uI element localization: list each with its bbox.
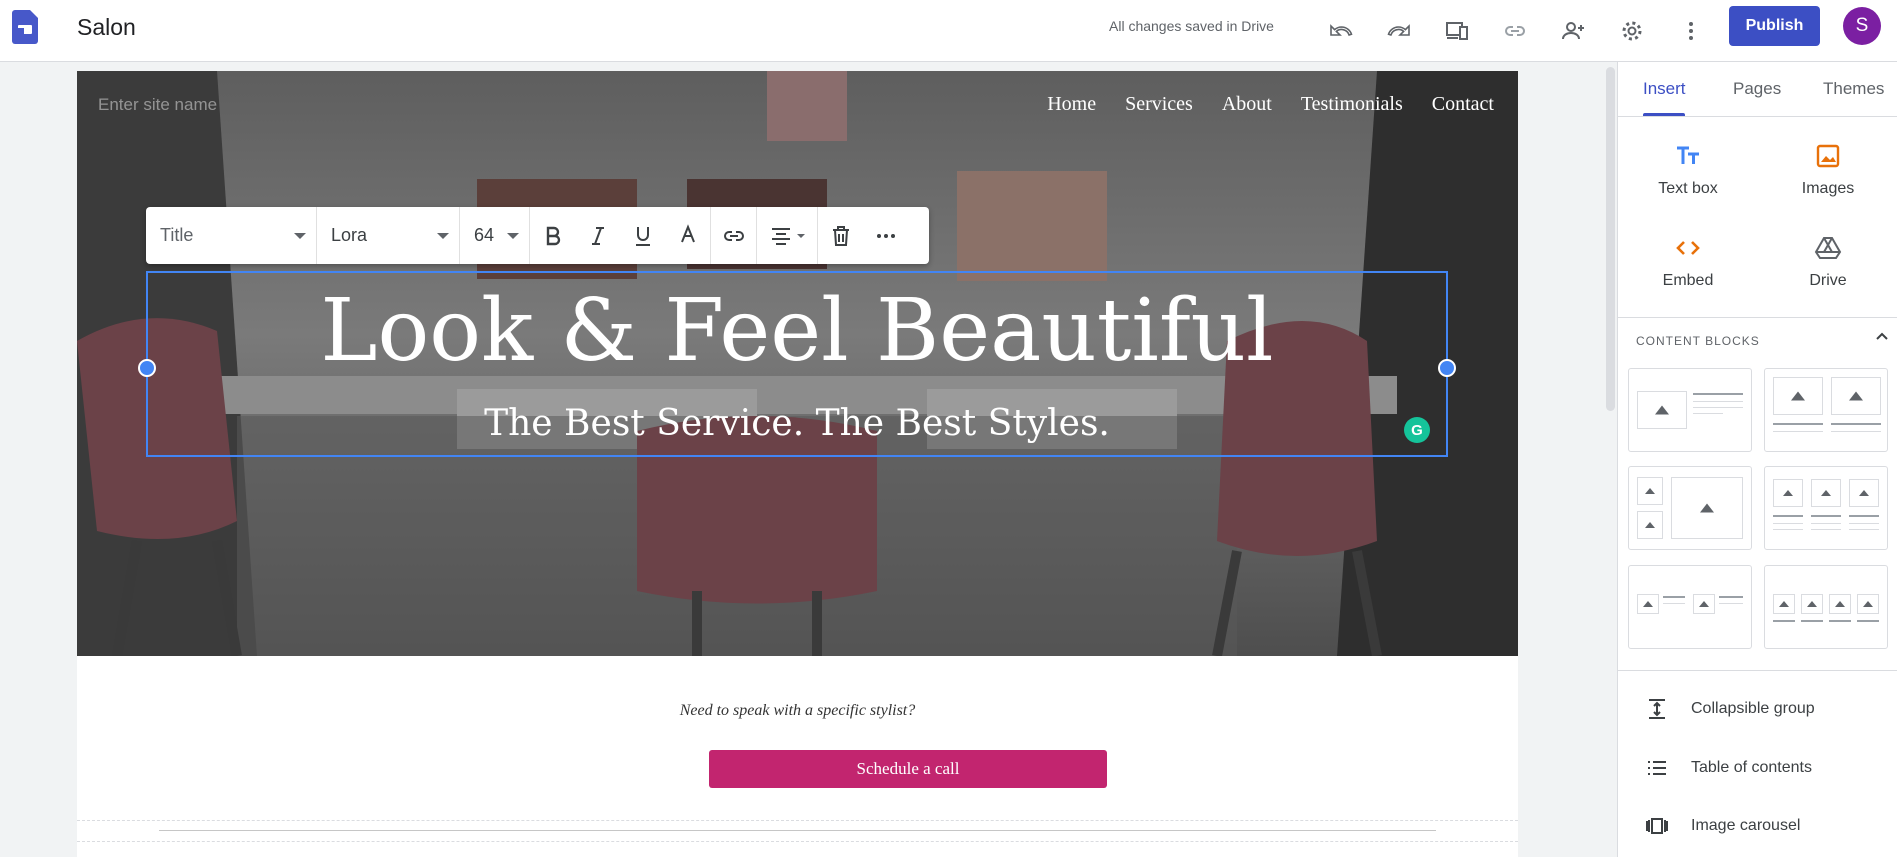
- insert-collapsible-group[interactable]: Collapsible group: [1618, 687, 1897, 731]
- toc-icon: [1648, 761, 1666, 775]
- site-name-placeholder[interactable]: Enter site name: [98, 95, 217, 115]
- bold-icon[interactable]: [530, 207, 575, 264]
- active-tab-indicator: [1643, 113, 1685, 116]
- font-size-select[interactable]: 64: [460, 207, 530, 264]
- top-bar: Salon All changes saved in Drive Publish…: [0, 0, 1897, 62]
- more-vert-icon[interactable]: [1673, 13, 1709, 49]
- tab-themes[interactable]: Themes: [1823, 79, 1884, 99]
- embed-icon: [1676, 241, 1700, 255]
- nav-item-home[interactable]: Home: [1047, 93, 1096, 116]
- content-block-image-text[interactable]: [1628, 368, 1752, 452]
- underline-icon[interactable]: [620, 207, 665, 264]
- more-horiz-icon[interactable]: [863, 207, 908, 264]
- align-center-icon[interactable]: [757, 207, 817, 264]
- section-boundary: [77, 820, 1518, 821]
- tool-label: Drive: [1809, 272, 1847, 289]
- save-status: All changes saved in Drive: [1109, 18, 1274, 34]
- tab-insert[interactable]: Insert: [1643, 79, 1686, 99]
- text-box-icon: [1677, 146, 1699, 164]
- undo-icon[interactable]: [1323, 13, 1359, 49]
- redo-icon[interactable]: [1381, 13, 1417, 49]
- link-icon[interactable]: [1497, 13, 1533, 49]
- text-style-select[interactable]: Title: [146, 207, 317, 264]
- chevron-down-icon: [437, 232, 449, 239]
- panel-tabs: Insert Pages Themes: [1618, 62, 1897, 117]
- nav-item-about[interactable]: About: [1222, 93, 1272, 116]
- side-panel: Insert Pages Themes Text box Images Embe…: [1617, 62, 1897, 857]
- insert-embed-button[interactable]: Embed: [1628, 234, 1748, 290]
- content-block-four-images[interactable]: [1764, 565, 1888, 649]
- content-block-image-text-pairs[interactable]: [1628, 565, 1752, 649]
- google-sites-logo-icon[interactable]: [12, 10, 38, 44]
- nav-item-testimonials[interactable]: Testimonials: [1301, 93, 1403, 116]
- text-color-icon[interactable]: [665, 207, 710, 264]
- hero-section[interactable]: Enter site name Home Services About Test…: [77, 71, 1518, 656]
- insert-image-carousel[interactable]: Image carousel: [1618, 804, 1897, 848]
- chevron-down-icon: [294, 232, 306, 239]
- image-icon: [1816, 144, 1840, 168]
- insert-images-button[interactable]: Images: [1768, 142, 1888, 198]
- text-style-value: Title: [160, 225, 194, 245]
- font-size-value: 64: [474, 225, 495, 245]
- drive-icon: [1814, 237, 1842, 259]
- content-block-two-images[interactable]: [1764, 368, 1888, 452]
- text-format-toolbar: Title Lora 64: [146, 207, 929, 264]
- list-item-label: Table of contents: [1691, 759, 1812, 776]
- content-block-three-images[interactable]: [1764, 466, 1888, 550]
- site-nav: Home Services About Testimonials Contact: [1047, 93, 1494, 116]
- site-title[interactable]: Salon: [77, 14, 136, 41]
- chevron-down-icon: [797, 233, 805, 238]
- grammarly-icon[interactable]: G: [1404, 417, 1430, 443]
- chevron-down-icon: [507, 232, 519, 239]
- section-boundary: [77, 841, 1518, 842]
- schedule-call-button[interactable]: Schedule a call: [709, 750, 1107, 788]
- tab-pages[interactable]: Pages: [1733, 79, 1781, 99]
- title-text-box[interactable]: Look & Feel Beautiful The Best Service. …: [138, 271, 1456, 457]
- nav-item-contact[interactable]: Contact: [1432, 93, 1494, 116]
- share-add-person-icon[interactable]: [1555, 13, 1591, 49]
- preview-devices-icon[interactable]: [1439, 13, 1475, 49]
- hero-subheadline[interactable]: The Best Service. The Best Styles.: [148, 401, 1446, 447]
- site-canvas: Enter site name Home Services About Test…: [77, 71, 1518, 857]
- insert-drive-button[interactable]: Drive: [1768, 234, 1888, 290]
- chevron-up-icon[interactable]: [1874, 328, 1890, 344]
- cta-text[interactable]: Need to speak with a specific stylist?: [77, 702, 1518, 720]
- carousel-icon: [1646, 818, 1668, 834]
- font-value: Lora: [331, 225, 368, 245]
- gear-icon[interactable]: [1614, 13, 1650, 49]
- hero-headline[interactable]: Look & Feel Beautiful: [148, 281, 1446, 381]
- content-blocks-header[interactable]: CONTENT BLOCKS: [1636, 334, 1760, 348]
- delete-icon[interactable]: [818, 207, 863, 264]
- tool-label: Images: [1801, 180, 1855, 197]
- content-block-collage[interactable]: [1628, 466, 1752, 550]
- collapsible-icon: [1649, 699, 1665, 719]
- nav-item-services[interactable]: Services: [1125, 93, 1193, 116]
- divider[interactable]: [159, 830, 1436, 831]
- tool-label: Embed: [1662, 272, 1714, 289]
- font-select[interactable]: Lora: [317, 207, 460, 264]
- list-item-label: Image carousel: [1691, 817, 1801, 834]
- avatar[interactable]: S: [1843, 7, 1881, 45]
- insert-link-icon[interactable]: [711, 207, 756, 264]
- insert-table-of-contents[interactable]: Table of contents: [1618, 746, 1897, 790]
- list-item-label: Collapsible group: [1691, 700, 1815, 717]
- insert-text-box-button[interactable]: Text box: [1628, 142, 1748, 198]
- publish-button[interactable]: Publish: [1729, 6, 1820, 46]
- italic-icon[interactable]: [575, 207, 620, 264]
- canvas-scrollbar[interactable]: [1606, 67, 1615, 411]
- tool-label: Text box: [1658, 180, 1718, 197]
